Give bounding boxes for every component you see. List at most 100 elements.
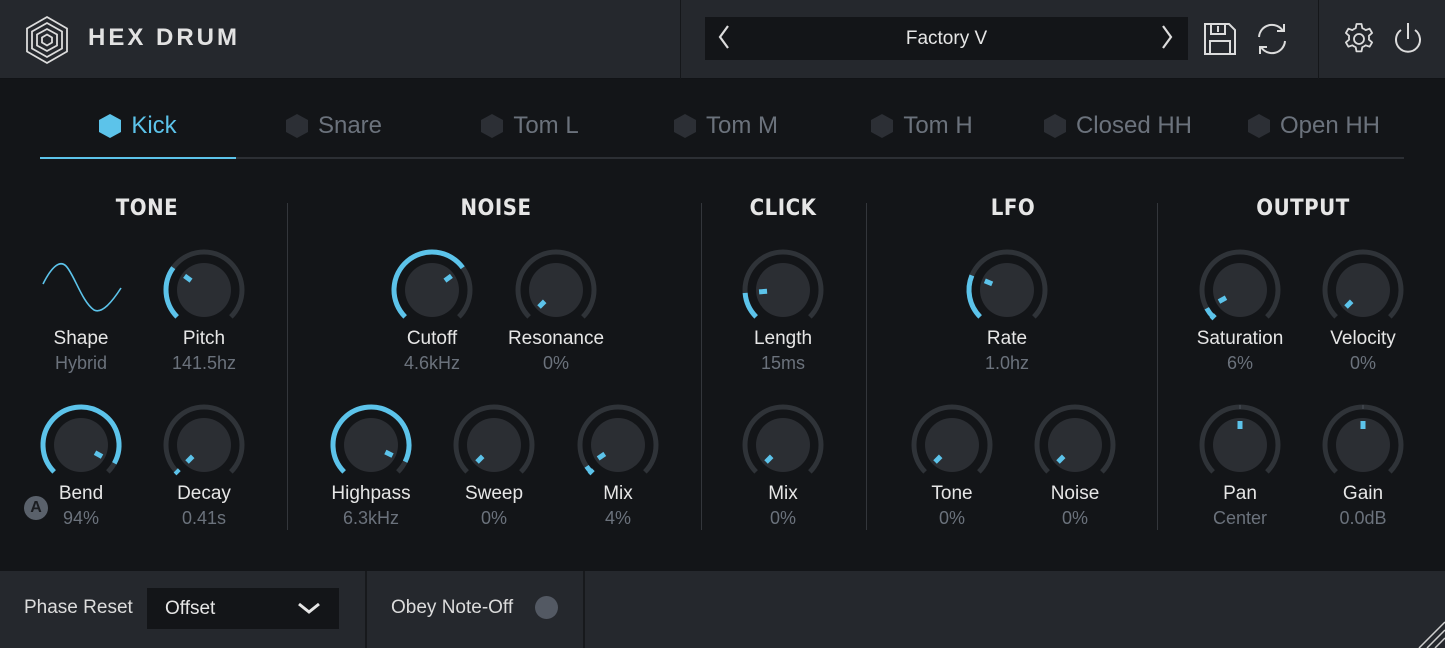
knob-indicator <box>384 449 394 458</box>
length-knob[interactable] <box>739 246 827 334</box>
preset-selector[interactable]: Factory V <box>705 17 1188 60</box>
knob-body <box>925 418 979 472</box>
sync-icon[interactable] <box>1253 20 1291 58</box>
knob-body <box>980 263 1034 317</box>
decay-label: Decay <box>177 483 231 504</box>
hexagon-icon <box>481 114 504 138</box>
lfo-noise-knob[interactable] <box>1031 401 1119 489</box>
tab-closed-hh[interactable]: Closed HH <box>1020 95 1216 157</box>
tab-snare[interactable]: Snare <box>236 95 432 157</box>
resize-grip-icon[interactable] <box>1413 616 1445 648</box>
decay-knob[interactable] <box>160 401 248 489</box>
phase-reset-value: Offset <box>165 598 216 619</box>
tab-tom-h[interactable]: Tom H <box>824 95 1020 157</box>
saturation-value: 6% <box>1226 353 1254 373</box>
tab-label: Kick <box>131 112 177 139</box>
highpass-knob[interactable] <box>327 401 415 489</box>
pitch-value: 141.5hz <box>171 353 237 373</box>
lfo-tone-label: Tone <box>931 483 973 504</box>
decay-value: 0.41s <box>181 508 227 528</box>
section-title-tone: TONE <box>115 196 179 221</box>
cutoff-label: Cutoff <box>406 328 458 349</box>
knob-body <box>1213 263 1267 317</box>
knob-body <box>1048 418 1102 472</box>
hexagon-icon <box>674 114 696 138</box>
footer-divider <box>365 571 367 648</box>
knob-body <box>405 263 459 317</box>
hexagon-icon <box>1043 114 1066 138</box>
phase-reset-dropdown[interactable]: Offset <box>147 588 339 629</box>
section-divider <box>287 203 288 530</box>
top-bar: HEX DRUM Factory V <box>0 0 1445 79</box>
bend-knob[interactable] <box>37 401 125 489</box>
knob-min-mark <box>587 468 595 476</box>
knob-value-arc <box>163 266 179 319</box>
rate-knob[interactable] <box>963 246 1051 334</box>
lfo-tone-knob[interactable] <box>908 401 996 489</box>
tab-label: Snare <box>317 112 383 139</box>
lfo-noise-value: 0% <box>1061 508 1089 528</box>
noise-mix-label: Mix <box>603 483 633 504</box>
drum-tabs: Kick Snare Tom L Tom M Tom H Closed HH O… <box>40 95 1404 159</box>
highpass-label: Highpass <box>331 483 411 504</box>
knob-body <box>467 418 521 472</box>
tab-tom-l[interactable]: Tom L <box>432 95 628 157</box>
pitch-knob[interactable] <box>160 246 248 334</box>
section-title-output: OUTPUT <box>1256 196 1350 221</box>
knob-indicator <box>758 288 768 295</box>
noise-mix-value: 4% <box>604 508 632 528</box>
resonance-label: Resonance <box>507 328 605 349</box>
saturation-knob[interactable] <box>1196 246 1284 334</box>
obey-note-off-toggle[interactable] <box>535 596 558 619</box>
tab-open-hh[interactable]: Open HH <box>1216 95 1412 157</box>
pan-knob[interactable] <box>1196 401 1284 489</box>
tab-label: Tom H <box>903 112 973 139</box>
click-mix-value: 0% <box>769 508 797 528</box>
tab-tom-m[interactable]: Tom M <box>628 95 824 157</box>
knob-min-mark <box>173 468 181 476</box>
gain-knob[interactable] <box>1319 401 1407 489</box>
resonance-knob[interactable] <box>512 246 600 334</box>
knob-value-arc <box>966 274 982 319</box>
rate-label: Rate <box>986 328 1028 349</box>
power-icon[interactable] <box>1389 20 1427 58</box>
velocity-knob[interactable] <box>1319 246 1407 334</box>
gear-icon[interactable] <box>1340 20 1378 58</box>
section-title-noise: NOISE <box>460 196 532 221</box>
cutoff-knob[interactable] <box>388 246 476 334</box>
save-icon[interactable] <box>1201 20 1239 58</box>
pan-label: Pan <box>1223 483 1257 504</box>
toolbar-divider <box>1318 0 1319 79</box>
shape-label: Shape <box>53 328 109 349</box>
hexagon-icon <box>1247 114 1270 138</box>
tab-label: Tom M <box>706 112 778 139</box>
knob-indicator <box>93 450 104 459</box>
obey-note-off-label: Obey Note-Off <box>391 597 514 618</box>
pan-value: Center <box>1212 508 1268 528</box>
length-value: 15ms <box>760 353 806 373</box>
knob-value-arc <box>742 292 758 319</box>
hexagon-icon <box>99 114 122 138</box>
cutoff-value: 4.6kHz <box>403 353 461 373</box>
click-mix-knob[interactable] <box>739 401 827 489</box>
rate-value: 1.0hz <box>984 353 1030 373</box>
sweep-knob[interactable] <box>450 401 538 489</box>
noise-mix-knob[interactable] <box>574 401 662 489</box>
footer-divider <box>583 571 585 648</box>
phase-reset-label: Phase Reset <box>24 597 133 618</box>
lfo-tone-value: 0% <box>938 508 966 528</box>
automation-badge[interactable]: A <box>24 496 48 520</box>
knob-body <box>177 418 231 472</box>
gain-label: Gain <box>1342 483 1384 504</box>
knob-body <box>756 418 810 472</box>
preset-next-button[interactable] <box>1160 23 1174 57</box>
saturation-label: Saturation <box>1196 328 1284 349</box>
knob-body <box>344 418 398 472</box>
chevron-right-icon <box>1162 25 1173 49</box>
section-title-click: CLICK <box>749 196 817 221</box>
preset-name[interactable]: Factory V <box>705 28 1188 50</box>
sine-wave-shape-icon[interactable] <box>40 258 124 318</box>
tab-kick[interactable]: Kick <box>40 95 236 157</box>
knob-body <box>591 418 645 472</box>
knob-body <box>1336 263 1390 317</box>
